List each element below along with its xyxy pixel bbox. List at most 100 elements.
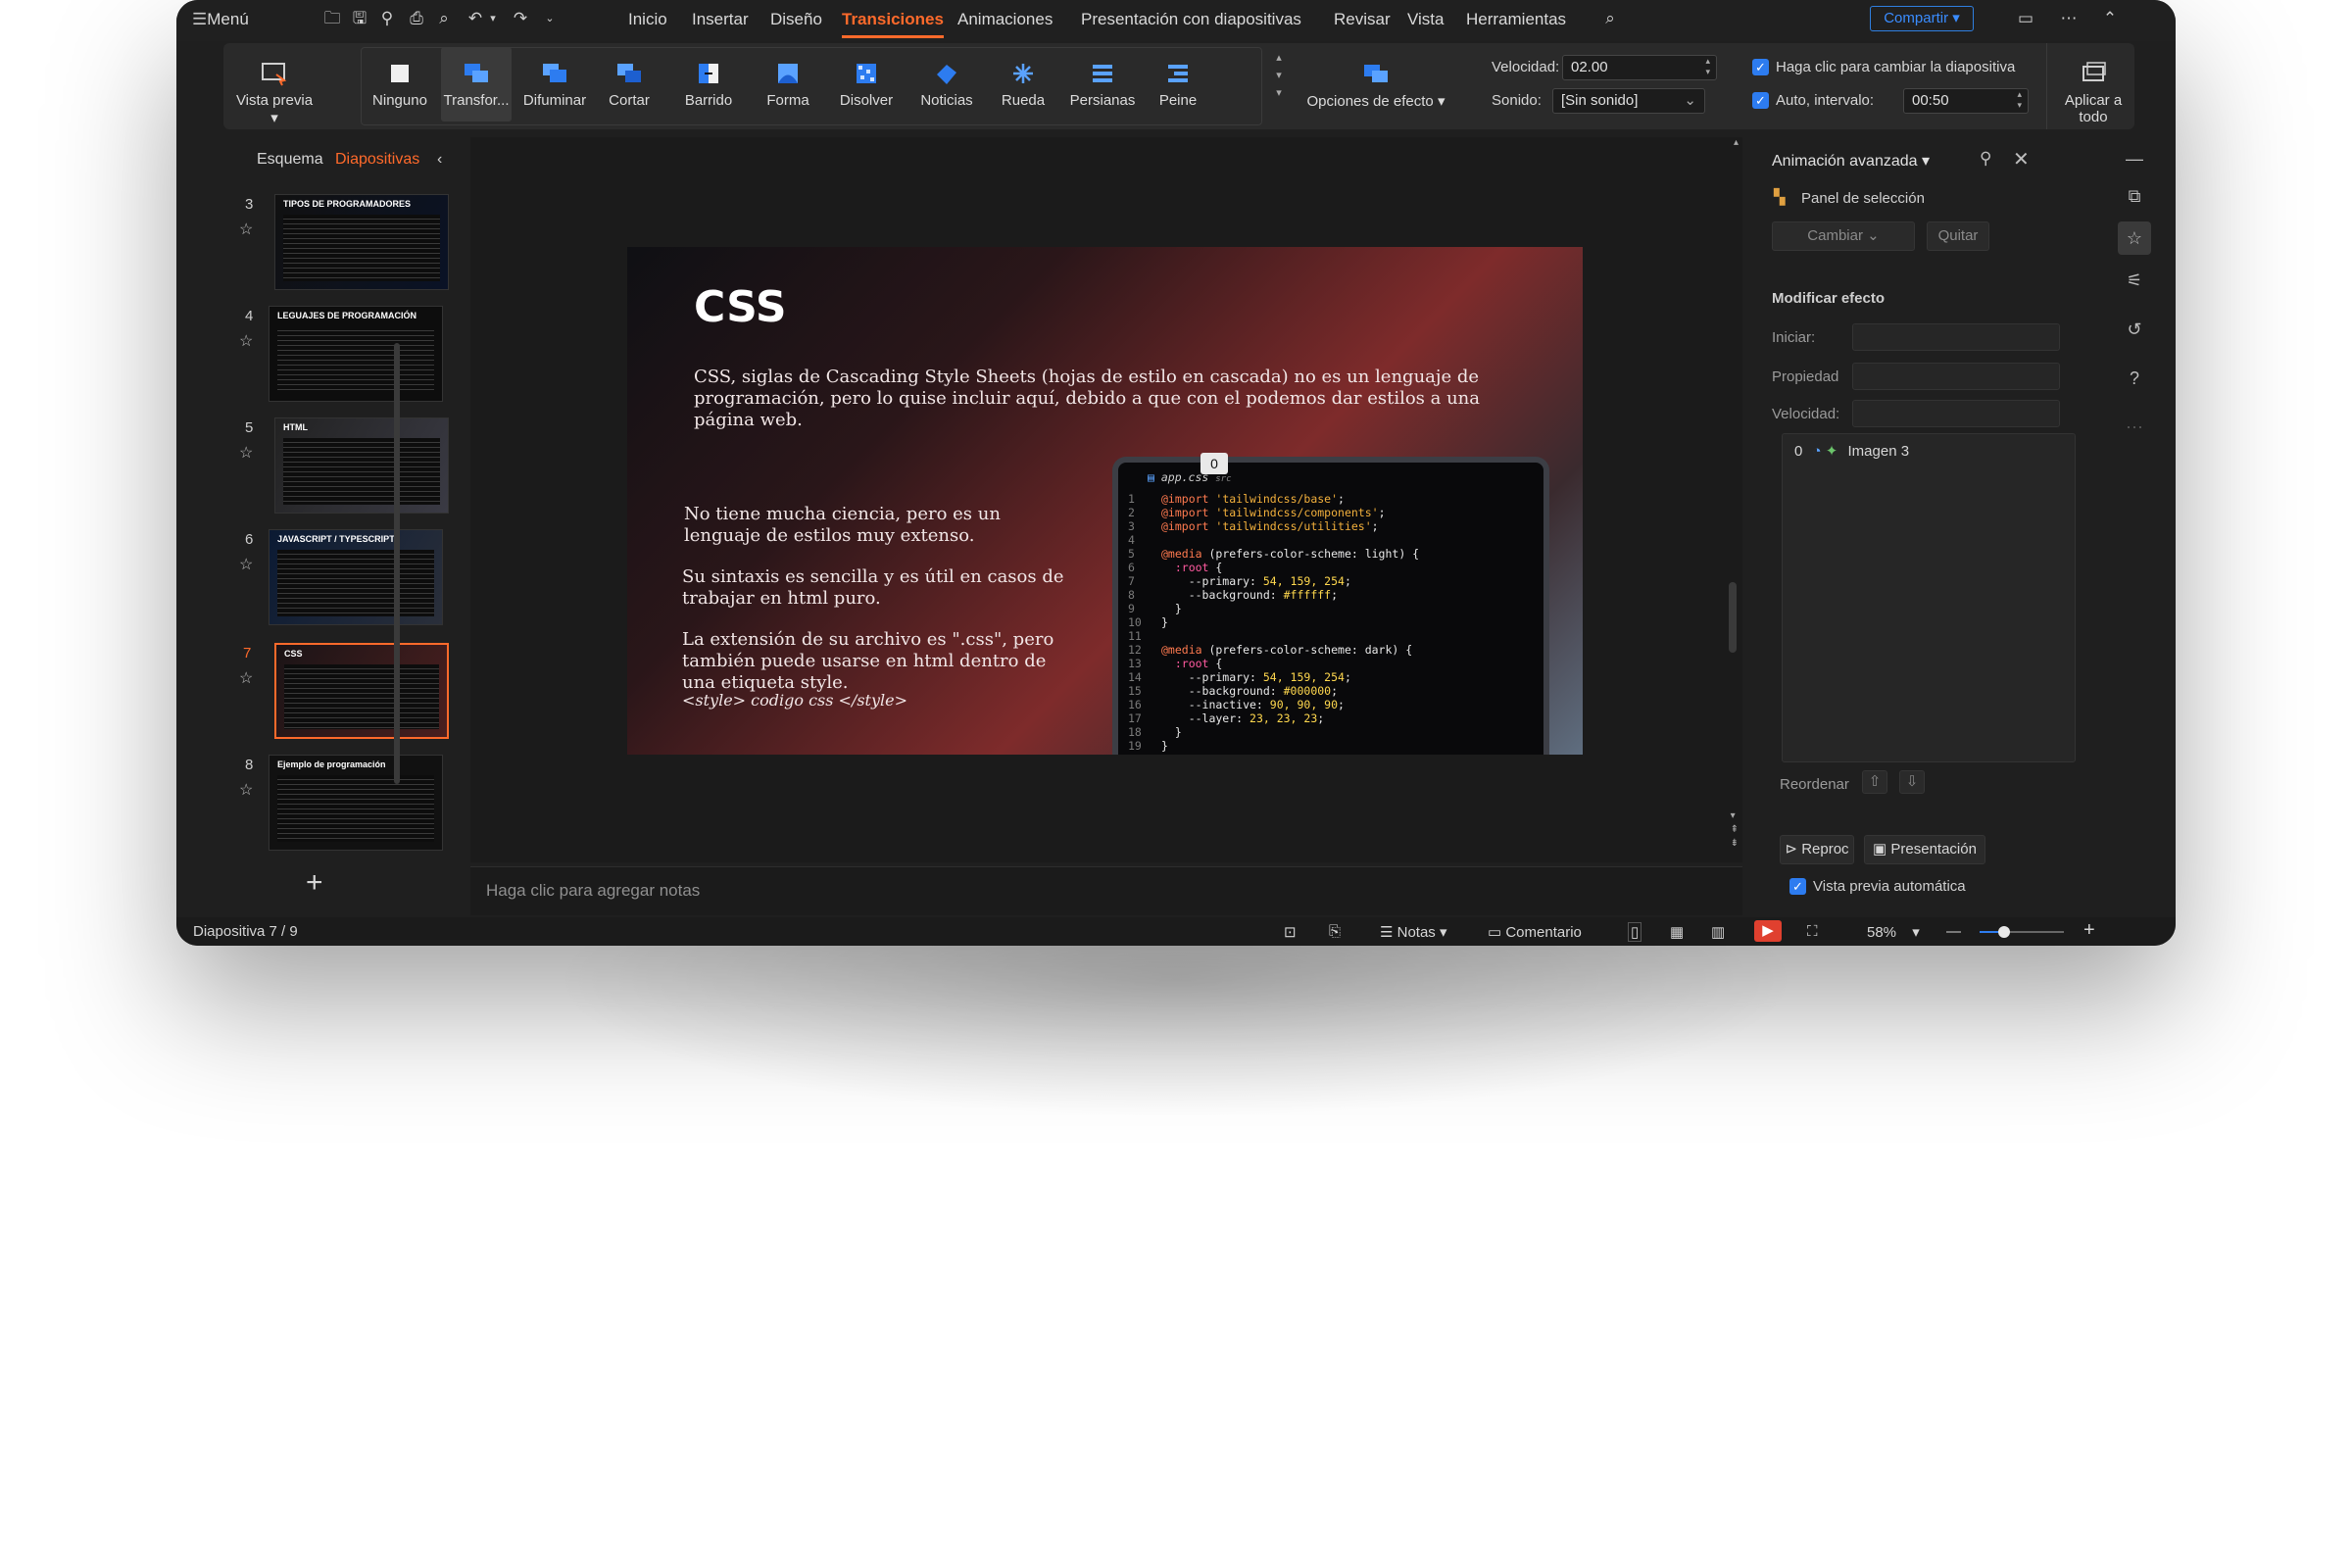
- more-tools-icon[interactable]: ⋯: [2123, 416, 2146, 439]
- customize-dropdown-icon[interactable]: ⌄: [539, 8, 561, 29]
- slide-thumbnail[interactable]: TIPOS DE PROGRAMADORES: [274, 194, 449, 290]
- canvas-scroll-up-icon[interactable]: ▴: [1734, 137, 1739, 148]
- more-icon[interactable]: ⋯: [2058, 8, 2080, 29]
- click-advance-checkbox[interactable]: ✓: [1752, 59, 1769, 75]
- animation-item[interactable]: 0 ◔ ✦ Imagen 3: [1794, 442, 1909, 460]
- effect-options-button[interactable]: Opciones de efecto ▾: [1298, 47, 1454, 122]
- notes-area[interactable]: Haga clic para agregar notas: [470, 866, 1742, 915]
- search-icon[interactable]: ⌕: [1599, 8, 1621, 29]
- slide-thumbnail[interactable]: CSS: [274, 643, 449, 739]
- interval-input[interactable]: 00:50 ▴ ▾: [1903, 88, 2029, 114]
- normal-view-icon[interactable]: ▯: [1627, 922, 1642, 942]
- slide-thumbnail[interactable]: JAVASCRIPT / TYPESCRIPT: [269, 529, 443, 625]
- history-icon[interactable]: ↺: [2123, 318, 2146, 341]
- transition-6-button[interactable]: Disolver: [827, 47, 906, 122]
- star-icon[interactable]: ☆: [239, 331, 253, 351]
- tab-slides[interactable]: Diapositivas: [335, 151, 419, 169]
- tab-insertar[interactable]: Insertar: [692, 10, 749, 29]
- comment-toggle[interactable]: ▭ Comentario: [1488, 923, 1582, 941]
- canvas-scroll-down-icon[interactable]: ▾ ⇞ ⇟: [1731, 809, 1739, 851]
- transition-2-button[interactable]: Difuminar: [515, 47, 594, 122]
- slideshow-play-icon[interactable]: ▶: [1754, 920, 1782, 942]
- thumbnail-scrollbar[interactable]: [394, 343, 400, 784]
- collapse-ribbon-icon[interactable]: ⌃: [2099, 8, 2121, 29]
- transition-0-button[interactable]: Ninguno: [365, 47, 435, 122]
- star-icon[interactable]: ☆: [239, 443, 253, 463]
- transition-7-button[interactable]: Noticias: [907, 47, 986, 122]
- pin-icon[interactable]: ⚲: [1980, 149, 1991, 169]
- presentation-button[interactable]: ▣ Presentación: [1864, 835, 1985, 864]
- help-icon[interactable]: ?: [2123, 367, 2146, 390]
- open-folder-icon[interactable]: 🗀: [321, 8, 343, 29]
- change-button[interactable]: Cambiar ⌄: [1772, 221, 1915, 251]
- preview-button[interactable]: Vista previa ▾: [235, 47, 314, 126]
- zoom-select[interactable]: 58% ▾: [1867, 923, 1920, 941]
- close-icon[interactable]: ✕: [2013, 147, 2030, 172]
- auto-interval-checkbox[interactable]: ✓: [1752, 92, 1769, 109]
- transition-3-button[interactable]: Cortar: [594, 47, 664, 122]
- current-slide[interactable]: CSS CSS, siglas de Cascading Style Sheet…: [627, 247, 1583, 755]
- protect-icon[interactable]: ⎘: [1329, 923, 1341, 940]
- transition-8-button[interactable]: Rueda: [988, 47, 1058, 122]
- speed-pane-select[interactable]: [1852, 400, 2060, 427]
- canvas-scrollbar[interactable]: [1729, 582, 1737, 653]
- remove-button[interactable]: Quitar: [1927, 221, 1989, 251]
- share-button[interactable]: Compartir ▾: [1870, 6, 1974, 31]
- pane-title[interactable]: Animación avanzada ▾: [1772, 151, 1930, 171]
- save-icon[interactable]: 🖫: [349, 8, 370, 29]
- zoom-in-icon[interactable]: +: [2083, 919, 2095, 942]
- start-select[interactable]: [1852, 323, 2060, 351]
- property-select[interactable]: [1852, 363, 2060, 390]
- play-button[interactable]: ⊳ Reproc: [1780, 835, 1854, 864]
- gallery-scroll[interactable]: ▴ ▾ ▾: [1272, 49, 1286, 102]
- animation-order-badge[interactable]: 0: [1200, 453, 1228, 474]
- fit-window-icon[interactable]: ⛶: [1807, 923, 1818, 940]
- fit-icon[interactable]: ⊡: [1284, 923, 1297, 941]
- slide-thumbnail[interactable]: HTML: [274, 417, 449, 514]
- star-icon[interactable]: ☆: [239, 555, 253, 574]
- transition-10-button[interactable]: Peine: [1143, 47, 1213, 122]
- tab-vista[interactable]: Vista: [1407, 10, 1445, 29]
- print-icon[interactable]: ⎙: [406, 8, 427, 29]
- collapse-panel-icon[interactable]: ‹: [437, 151, 442, 169]
- print-preview-icon[interactable]: ⌕: [433, 8, 455, 29]
- adjust-icon[interactable]: ⚟: [2123, 269, 2146, 292]
- notes-toggle[interactable]: ☰ Notas ▾: [1380, 923, 1447, 941]
- redo-icon[interactable]: ↷: [510, 8, 531, 29]
- tab-herramientas[interactable]: Herramientas: [1466, 10, 1566, 29]
- slide-thumbnail[interactable]: Ejemplo de programación: [269, 755, 443, 851]
- auto-preview-checkbox[interactable]: ✓: [1789, 878, 1806, 895]
- transition-1-button[interactable]: Transfor...: [441, 47, 512, 122]
- tab-animaciones[interactable]: Animaciones: [957, 10, 1053, 29]
- slide-thumbnail[interactable]: LEGUAJES DE PROGRAMACIÓN: [269, 306, 443, 402]
- grid-view-icon[interactable]: ▦: [1670, 923, 1684, 941]
- star-animation-icon[interactable]: ☆: [2118, 221, 2151, 255]
- menu-button[interactable]: ☰ Menú: [192, 10, 249, 29]
- apply-all-button[interactable]: Aplicar a todo: [2054, 47, 2132, 125]
- interval-spinner-icon[interactable]: ▴ ▾: [2017, 89, 2022, 111]
- tab-revisar[interactable]: Revisar: [1334, 10, 1391, 29]
- link-icon[interactable]: ⚲: [376, 8, 398, 29]
- tab-diseno[interactable]: Diseño: [770, 10, 822, 29]
- undo-dropdown-icon[interactable]: ▾: [482, 8, 504, 29]
- tab-transiciones[interactable]: Transiciones: [842, 10, 944, 38]
- speed-spinner-icon[interactable]: ▴ ▾: [1705, 56, 1710, 77]
- star-icon[interactable]: ☆: [239, 780, 253, 800]
- transition-4-button[interactable]: Barrido: [669, 47, 748, 122]
- star-icon[interactable]: ☆: [239, 668, 253, 688]
- selection-panel-link[interactable]: Panel de selección: [1801, 190, 1925, 207]
- tab-presentacion[interactable]: Presentación con diapositivas: [1081, 10, 1301, 29]
- move-down-icon[interactable]: ⇩: [1899, 770, 1925, 794]
- zoom-slider-knob[interactable]: [1998, 926, 2010, 938]
- tab-outline[interactable]: Esquema: [257, 151, 323, 169]
- shapes-icon[interactable]: ⧉: [2123, 184, 2146, 208]
- transition-5-button[interactable]: Forma: [753, 47, 823, 122]
- speed-input[interactable]: 02.00 ▴ ▾: [1562, 55, 1717, 80]
- move-up-icon[interactable]: ⇧: [1862, 770, 1887, 794]
- sound-select[interactable]: [Sin sonido] ⌄: [1552, 88, 1705, 114]
- zoom-slider[interactable]: [1980, 926, 2064, 938]
- star-icon[interactable]: ☆: [239, 220, 253, 239]
- reading-view-icon[interactable]: ▥: [1711, 923, 1725, 941]
- add-slide-icon[interactable]: +: [306, 866, 323, 900]
- minimize-pane-icon[interactable]: —: [2123, 147, 2146, 171]
